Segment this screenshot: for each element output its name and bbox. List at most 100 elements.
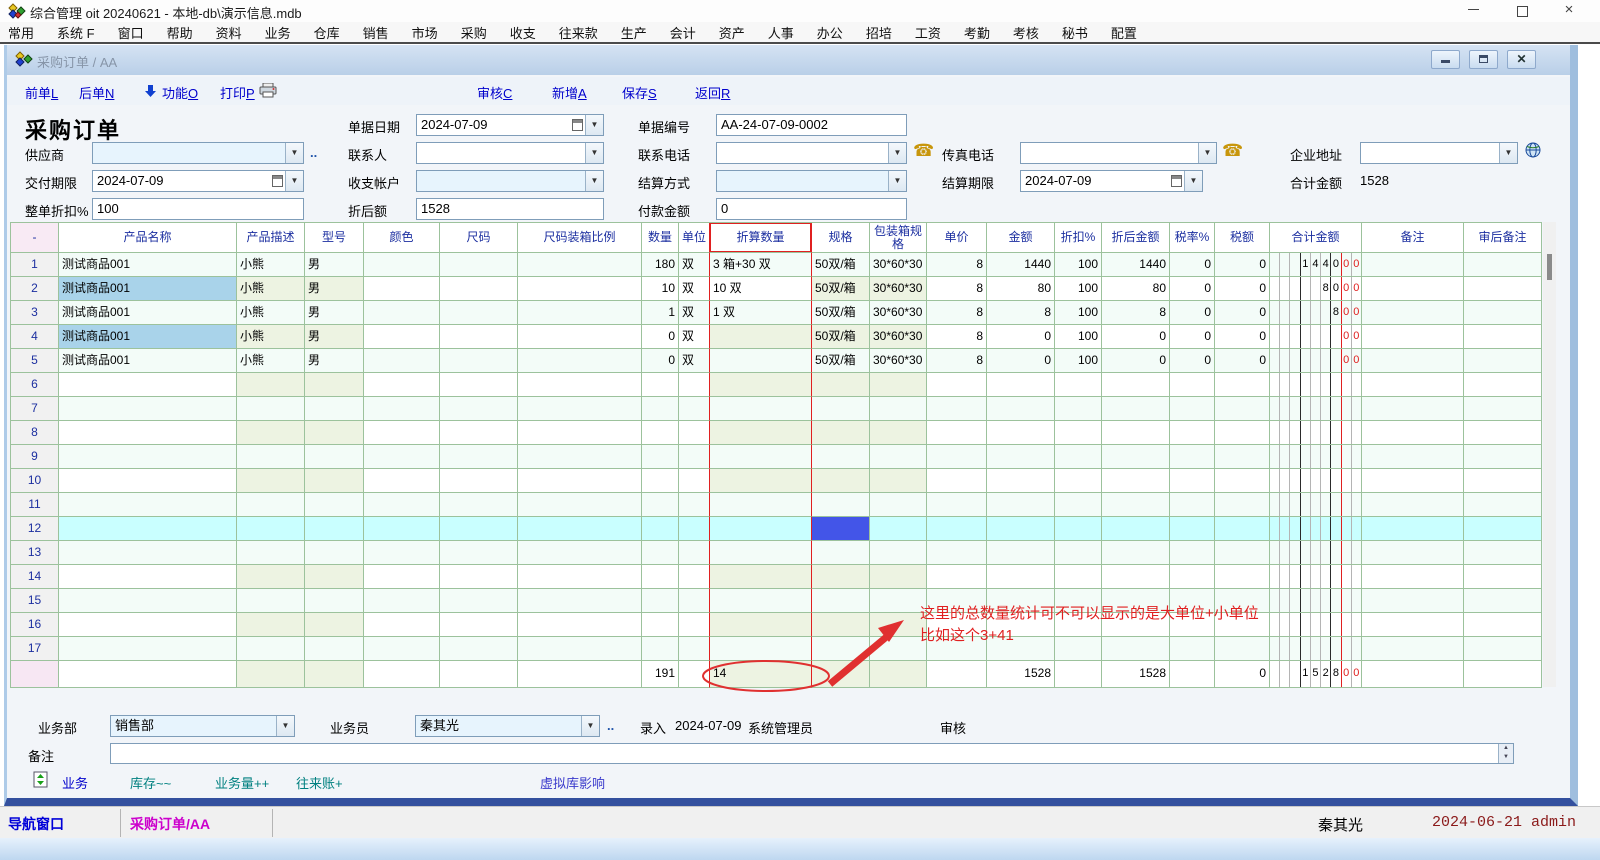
grid-cell-amount[interactable]: 0 [987, 325, 1055, 349]
grid-scrollbar-thumb[interactable] [1547, 254, 1552, 280]
grid-cell-postnote[interactable] [1464, 613, 1542, 637]
grid-cell-num[interactable]: 9 [11, 445, 59, 469]
grid-cell-spec[interactable] [812, 637, 870, 661]
grid-cell-postnote[interactable] [1464, 637, 1542, 661]
grid-cell-discamount[interactable]: 80 [1102, 277, 1170, 301]
chevron-down-icon[interactable]: ▼ [585, 143, 603, 163]
grid-cell-convqty[interactable] [710, 517, 812, 541]
grid-cell-color[interactable] [364, 277, 440, 301]
grid-cell-desc[interactable] [237, 397, 305, 421]
menu-item[interactable]: 招培 [866, 23, 892, 42]
chevron-down-icon[interactable]: ▼ [888, 171, 906, 191]
grid-cell-tax[interactable]: 0 [1215, 349, 1270, 373]
grid-cell-boxspec[interactable] [870, 541, 927, 565]
grid-cell-size[interactable] [440, 421, 518, 445]
grid-cell-unit[interactable] [679, 493, 710, 517]
grid-cell-discount[interactable] [1055, 445, 1102, 469]
grid-cell-ratio[interactable] [518, 397, 642, 421]
grid-cell-boxspec[interactable]: 30*60*30 [870, 277, 927, 301]
grid-cell-price[interactable]: 8 [927, 325, 987, 349]
grid-cell-ratio[interactable] [518, 301, 642, 325]
child-restore-button[interactable] [1469, 50, 1498, 69]
grid-cell-name[interactable]: 测试商品001 [59, 349, 237, 373]
grid-cell-color[interactable] [364, 253, 440, 277]
grid-cell-boxspec[interactable] [870, 421, 927, 445]
menu-item[interactable]: 生产 [621, 23, 647, 42]
grid-cell-name[interactable] [59, 589, 237, 613]
grid-cell-amount[interactable]: 1440 [987, 253, 1055, 277]
grid-cell-amount[interactable] [987, 517, 1055, 541]
grid-cell-price[interactable] [927, 493, 987, 517]
grid-cell-discamount[interactable] [1102, 517, 1170, 541]
grid-cell-unit[interactable] [679, 589, 710, 613]
grid-cell-convqty[interactable] [710, 325, 812, 349]
grid-cell-size[interactable] [440, 613, 518, 637]
next-doc-button[interactable]: 后单N [79, 83, 114, 102]
grid-cell-taxrate[interactable] [1170, 589, 1215, 613]
grid-cell-total[interactable] [1270, 421, 1362, 445]
grid-cell-price[interactable]: 8 [927, 349, 987, 373]
grid-cell-color[interactable] [364, 565, 440, 589]
grid-cell-tax[interactable] [1215, 637, 1270, 661]
grid-cell-num[interactable]: 11 [11, 493, 59, 517]
grid-cell-qty[interactable]: 10 [642, 277, 679, 301]
menu-item[interactable]: 市场 [412, 23, 438, 42]
grid-cell-postnote[interactable] [1464, 469, 1542, 493]
grid-cell-desc[interactable] [237, 373, 305, 397]
grid-cell-desc[interactable]: 小熊 [237, 301, 305, 325]
grid-cell-qty[interactable] [642, 637, 679, 661]
grid-cell-ratio[interactable] [518, 277, 642, 301]
grid-cell-total[interactable] [1270, 445, 1362, 469]
menu-item[interactable]: 收支 [510, 23, 536, 42]
menu-item[interactable]: 人事 [768, 23, 794, 42]
grid-cell-size[interactable] [440, 373, 518, 397]
grid-cell-price[interactable] [927, 517, 987, 541]
grid-cell-tax[interactable] [1215, 541, 1270, 565]
grid-cell-amount[interactable]: 0 [987, 349, 1055, 373]
grid-cell-color[interactable] [364, 445, 440, 469]
grid-cell-discamount[interactable] [1102, 589, 1170, 613]
grid-cell-amount[interactable] [987, 637, 1055, 661]
grid-cell-name[interactable] [59, 373, 237, 397]
grid-cell-price[interactable]: 8 [927, 277, 987, 301]
grid-cell-desc[interactable] [237, 589, 305, 613]
grid-cell-model[interactable]: 男 [305, 301, 364, 325]
grid-cell-convqty[interactable] [710, 397, 812, 421]
grid-cell-qty[interactable] [642, 613, 679, 637]
grid-cell-qty[interactable] [642, 421, 679, 445]
grid-cell-note[interactable] [1362, 445, 1464, 469]
chevron-down-icon[interactable]: ▼ [1184, 171, 1202, 191]
grid-cell-taxrate[interactable]: 0 [1170, 253, 1215, 277]
grid-cell-qty[interactable]: 1 [642, 301, 679, 325]
grid-cell-qty[interactable] [642, 541, 679, 565]
grid-cell-total[interactable]: 800 [1270, 301, 1362, 325]
grid-cell-color[interactable] [364, 589, 440, 613]
grid-cell-discount[interactable] [1055, 517, 1102, 541]
grid-cell-name[interactable]: 测试商品001 [59, 301, 237, 325]
grid-cell-spec[interactable] [812, 613, 870, 637]
grid-cell-name[interactable] [59, 397, 237, 421]
grid-cell-ratio[interactable] [518, 253, 642, 277]
grid-cell-color[interactable] [364, 349, 440, 373]
grid-cell-note[interactable] [1362, 589, 1464, 613]
grid-cell-desc[interactable] [237, 613, 305, 637]
grid-cell-note[interactable] [1362, 373, 1464, 397]
grid-cell-postnote[interactable] [1464, 565, 1542, 589]
grid-cell-ratio[interactable] [518, 637, 642, 661]
close-button[interactable]: × [1546, 0, 1592, 22]
grid-cell-color[interactable] [364, 517, 440, 541]
grid-cell-convqty[interactable] [710, 565, 812, 589]
grid-cell-note[interactable] [1362, 397, 1464, 421]
grid-cell-discamount[interactable]: 8 [1102, 301, 1170, 325]
chevron-down-icon[interactable]: ▼ [581, 716, 599, 736]
link-virtual-stock[interactable]: 虚拟库影响 [540, 773, 605, 792]
grid-cell-discount[interactable]: 100 [1055, 277, 1102, 301]
grid-cell-desc[interactable]: 小熊 [237, 253, 305, 277]
grid-cell-model[interactable] [305, 445, 364, 469]
grid-cell-spec[interactable]: 50双/箱 [812, 277, 870, 301]
grid-cell-boxspec[interactable] [870, 637, 927, 661]
grid-cell-convqty[interactable] [710, 445, 812, 469]
grid-cell-boxspec[interactable] [870, 493, 927, 517]
grid-cell-num[interactable]: 2 [11, 277, 59, 301]
grid-cell-color[interactable] [364, 325, 440, 349]
